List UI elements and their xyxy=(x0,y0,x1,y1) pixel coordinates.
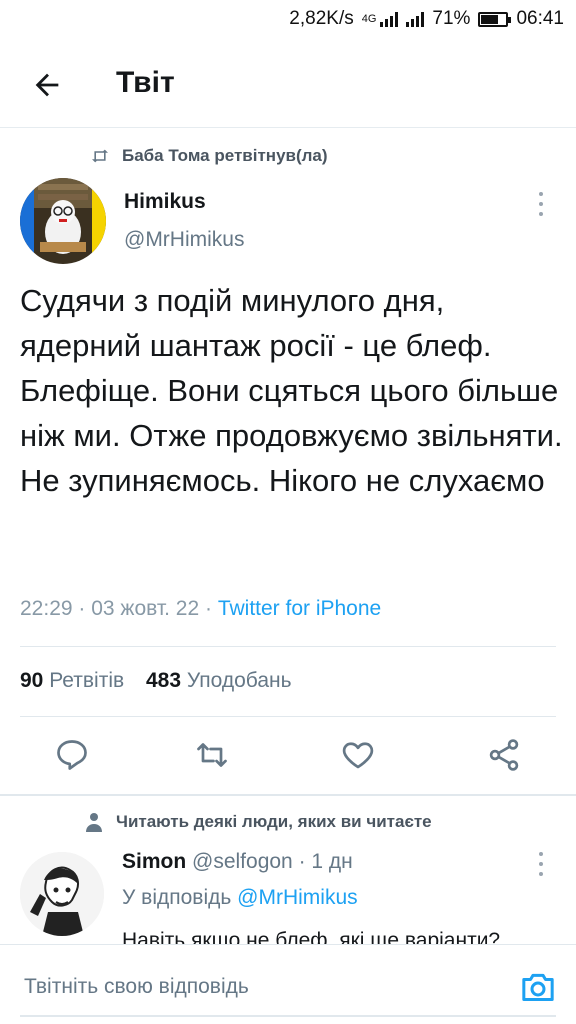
battery-icon xyxy=(478,11,512,27)
signal-icon-2 xyxy=(406,11,425,27)
share-icon[interactable] xyxy=(486,737,522,773)
signal-icon xyxy=(380,11,399,27)
reply-context-label: Читають деякі люди, яких ви читаєте xyxy=(116,812,432,831)
divider xyxy=(20,646,556,647)
reply-icon[interactable] xyxy=(54,737,90,773)
retweet-button-icon[interactable] xyxy=(194,737,230,773)
replying-to-mention[interactable]: @MrHimikus xyxy=(237,886,357,909)
tweet-timestamp: 22:29 · 03 жовт. 22 · xyxy=(20,597,218,620)
composer-underline xyxy=(20,1015,556,1017)
person-icon xyxy=(86,813,102,832)
tweet-text: Судячи з подій минулого дня, ядерний шан… xyxy=(20,283,563,498)
section-divider xyxy=(0,794,576,796)
network-type: 4G xyxy=(361,13,377,25)
reply-author-avatar[interactable] xyxy=(20,852,104,936)
retweet-context[interactable]: Баба Тома ретвітнув(ла) xyxy=(90,146,328,166)
like-heart-icon[interactable] xyxy=(340,737,376,773)
reply-time: · 1 дн xyxy=(298,850,353,873)
page-title: Твіт xyxy=(116,66,175,99)
reply-text-content: Навіть якщо не блеф, які ще варіанти? xyxy=(122,929,501,944)
action-bar xyxy=(0,725,576,785)
retweets-count[interactable]: 90 xyxy=(20,669,43,692)
camera-icon[interactable] xyxy=(518,967,558,1007)
reply-social-context: Читають деякі люди, яких ви читаєте xyxy=(86,812,432,832)
battery-percent: 71% xyxy=(432,8,471,29)
clock: 06:41 xyxy=(516,8,564,29)
reply-author-line: Simon @selfogon · 1 дн xyxy=(122,850,353,874)
retweeted-by-label: Баба Тома ретвітнув(ла) xyxy=(122,146,328,165)
tweet-meta: 22:29 · 03 жовт. 22 · Twitter for iPhone xyxy=(20,597,381,621)
retweets-label[interactable]: Ретвітів xyxy=(49,669,124,692)
network-speed: 2,82K/s xyxy=(289,8,354,29)
author-name[interactable]: Himikus xyxy=(124,190,206,214)
author-handle[interactable]: @MrHimikus xyxy=(124,228,244,252)
likes-label[interactable]: Уподобань xyxy=(187,669,292,692)
retweet-icon xyxy=(92,149,108,163)
likes-count[interactable]: 483 xyxy=(146,669,181,692)
reply-author-name[interactable]: Simon xyxy=(122,850,186,873)
author-avatar[interactable] xyxy=(20,178,106,264)
divider xyxy=(20,716,556,717)
back-arrow-icon[interactable] xyxy=(30,68,64,102)
more-options-icon[interactable] xyxy=(536,192,546,216)
reply-composer: Твітніть свою відповідь xyxy=(0,944,576,1024)
replying-to-label: У відповідь xyxy=(122,886,238,909)
reply-author-handle[interactable]: @selfogon xyxy=(192,850,293,873)
top-app-bar: Твіт xyxy=(0,40,576,128)
tweet-source-link[interactable]: Twitter for iPhone xyxy=(218,597,381,620)
reply-text: Навіть якщо не блеф, які ще варіанти? xyxy=(122,926,562,944)
replying-to: У відповідь @MrHimikus xyxy=(122,886,358,910)
status-bar: 2,82K/s 4G 71% 06:41 xyxy=(0,0,576,40)
reply-input[interactable]: Твітніть свою відповідь xyxy=(24,975,249,999)
tweet-stats: 90 Ретвітів 483 Уподобань xyxy=(20,669,292,693)
reply-more-options-icon[interactable] xyxy=(536,852,546,876)
